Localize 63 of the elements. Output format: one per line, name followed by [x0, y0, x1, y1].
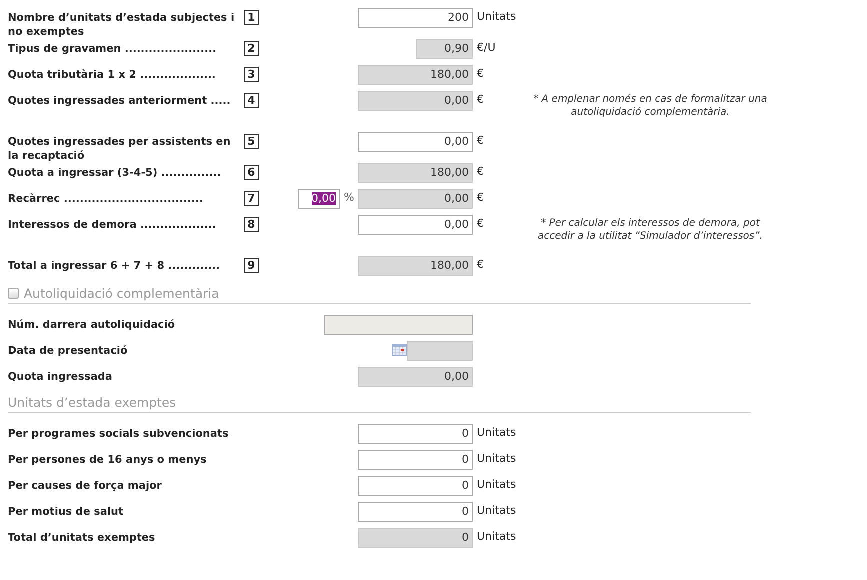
box-number: 9 — [244, 258, 259, 273]
input-field[interactable]: 180,00 — [358, 65, 473, 85]
input-field[interactable]: 180,00 — [358, 163, 473, 183]
unit-label: Unitats — [476, 477, 518, 491]
input-field[interactable]: 0,00 — [358, 91, 473, 111]
input-field[interactable]: 0 — [358, 502, 473, 522]
field-label: Interessos de demora ................... — [8, 218, 218, 232]
checkbox[interactable] — [8, 288, 19, 299]
input-field[interactable]: 0 — [358, 476, 473, 496]
note-text: * A emplenar només en cas de formalitzar una autoliquidació complementària. — [532, 93, 768, 119]
field-label: Tipus de gravamen ....................... — [8, 42, 218, 56]
field-label: Núm. darrera autoliquidació — [8, 318, 176, 332]
field-label: Per persones de 16 anys o menys — [8, 453, 208, 467]
field-label: Quotes ingressades anteriorment ..... — [8, 94, 232, 108]
input-field[interactable]: 0 — [358, 424, 473, 444]
field-label: Quota ingressada — [8, 370, 114, 384]
unit-label: Unitats — [476, 503, 518, 517]
unit-label: €/U — [476, 40, 497, 54]
unit-label: € — [476, 216, 485, 230]
input-field[interactable]: 200 — [358, 8, 473, 28]
field-label: Recàrrec ................................... — [8, 192, 204, 206]
box-number: 4 — [244, 93, 259, 108]
field-label: Total a ingressar 6 + 7 + 8 ............. — [8, 259, 222, 273]
input-field[interactable]: 0,00 — [358, 132, 473, 152]
field-label: Nombre d’unitats d’estada subjectes i no exemptes — [8, 11, 236, 39]
calendar-icon[interactable] — [392, 344, 407, 356]
percent-field[interactable]: 0,00 — [298, 189, 340, 209]
unit-label: € — [476, 164, 485, 178]
field-label: Per programes socials subvencionats — [8, 427, 230, 441]
unit-label: € — [476, 190, 485, 204]
box-number: 1 — [244, 10, 259, 25]
input-field[interactable]: 180,00 — [358, 256, 473, 276]
unit-label: € — [476, 66, 485, 80]
box-number: 8 — [244, 217, 259, 232]
unit-label: € — [476, 133, 485, 147]
input-field[interactable]: 0,00 — [358, 189, 473, 209]
note-text: * Per calcular els interessos de demora, pot accedir a la utilitat “Simulador d’interessos”. — [537, 217, 764, 243]
section-heading: Unitats d’estada exemptes — [8, 395, 176, 410]
input-field[interactable]: 0 — [358, 450, 473, 470]
box-number: 6 — [244, 165, 259, 180]
box-number: 3 — [244, 67, 259, 82]
input-field[interactable]: 0 — [358, 528, 473, 548]
field-label: Quota tributària 1 x 2 ................... — [8, 68, 217, 82]
box-number: 2 — [244, 41, 259, 56]
unit-label: Unitats — [476, 529, 518, 543]
field-label: Total d’unitats exemptes — [8, 531, 156, 545]
field-label: Data de presentació — [8, 344, 129, 358]
unit-label: Unitats — [476, 425, 518, 439]
unit-label: Unitats — [476, 9, 518, 23]
field-label: Per causes de força major — [8, 479, 163, 493]
box-number: 7 — [244, 191, 259, 206]
input-field[interactable] — [407, 341, 473, 361]
field-label: Quota a ingressar (3-4-5) ............... — [8, 166, 222, 180]
percent-unit: % — [343, 190, 356, 204]
input-field[interactable]: 0,90 — [416, 39, 473, 59]
field-label: Quotes ingressades per assistents en la recaptació — [8, 135, 232, 163]
input-field[interactable]: 0,00 — [358, 215, 473, 235]
unit-label: € — [476, 92, 485, 106]
unit-label: € — [476, 257, 485, 271]
unit-label: Unitats — [476, 451, 518, 465]
field-label: Per motius de salut — [8, 505, 125, 519]
box-number: 5 — [244, 134, 259, 149]
input-field[interactable]: 0,00 — [358, 367, 473, 387]
